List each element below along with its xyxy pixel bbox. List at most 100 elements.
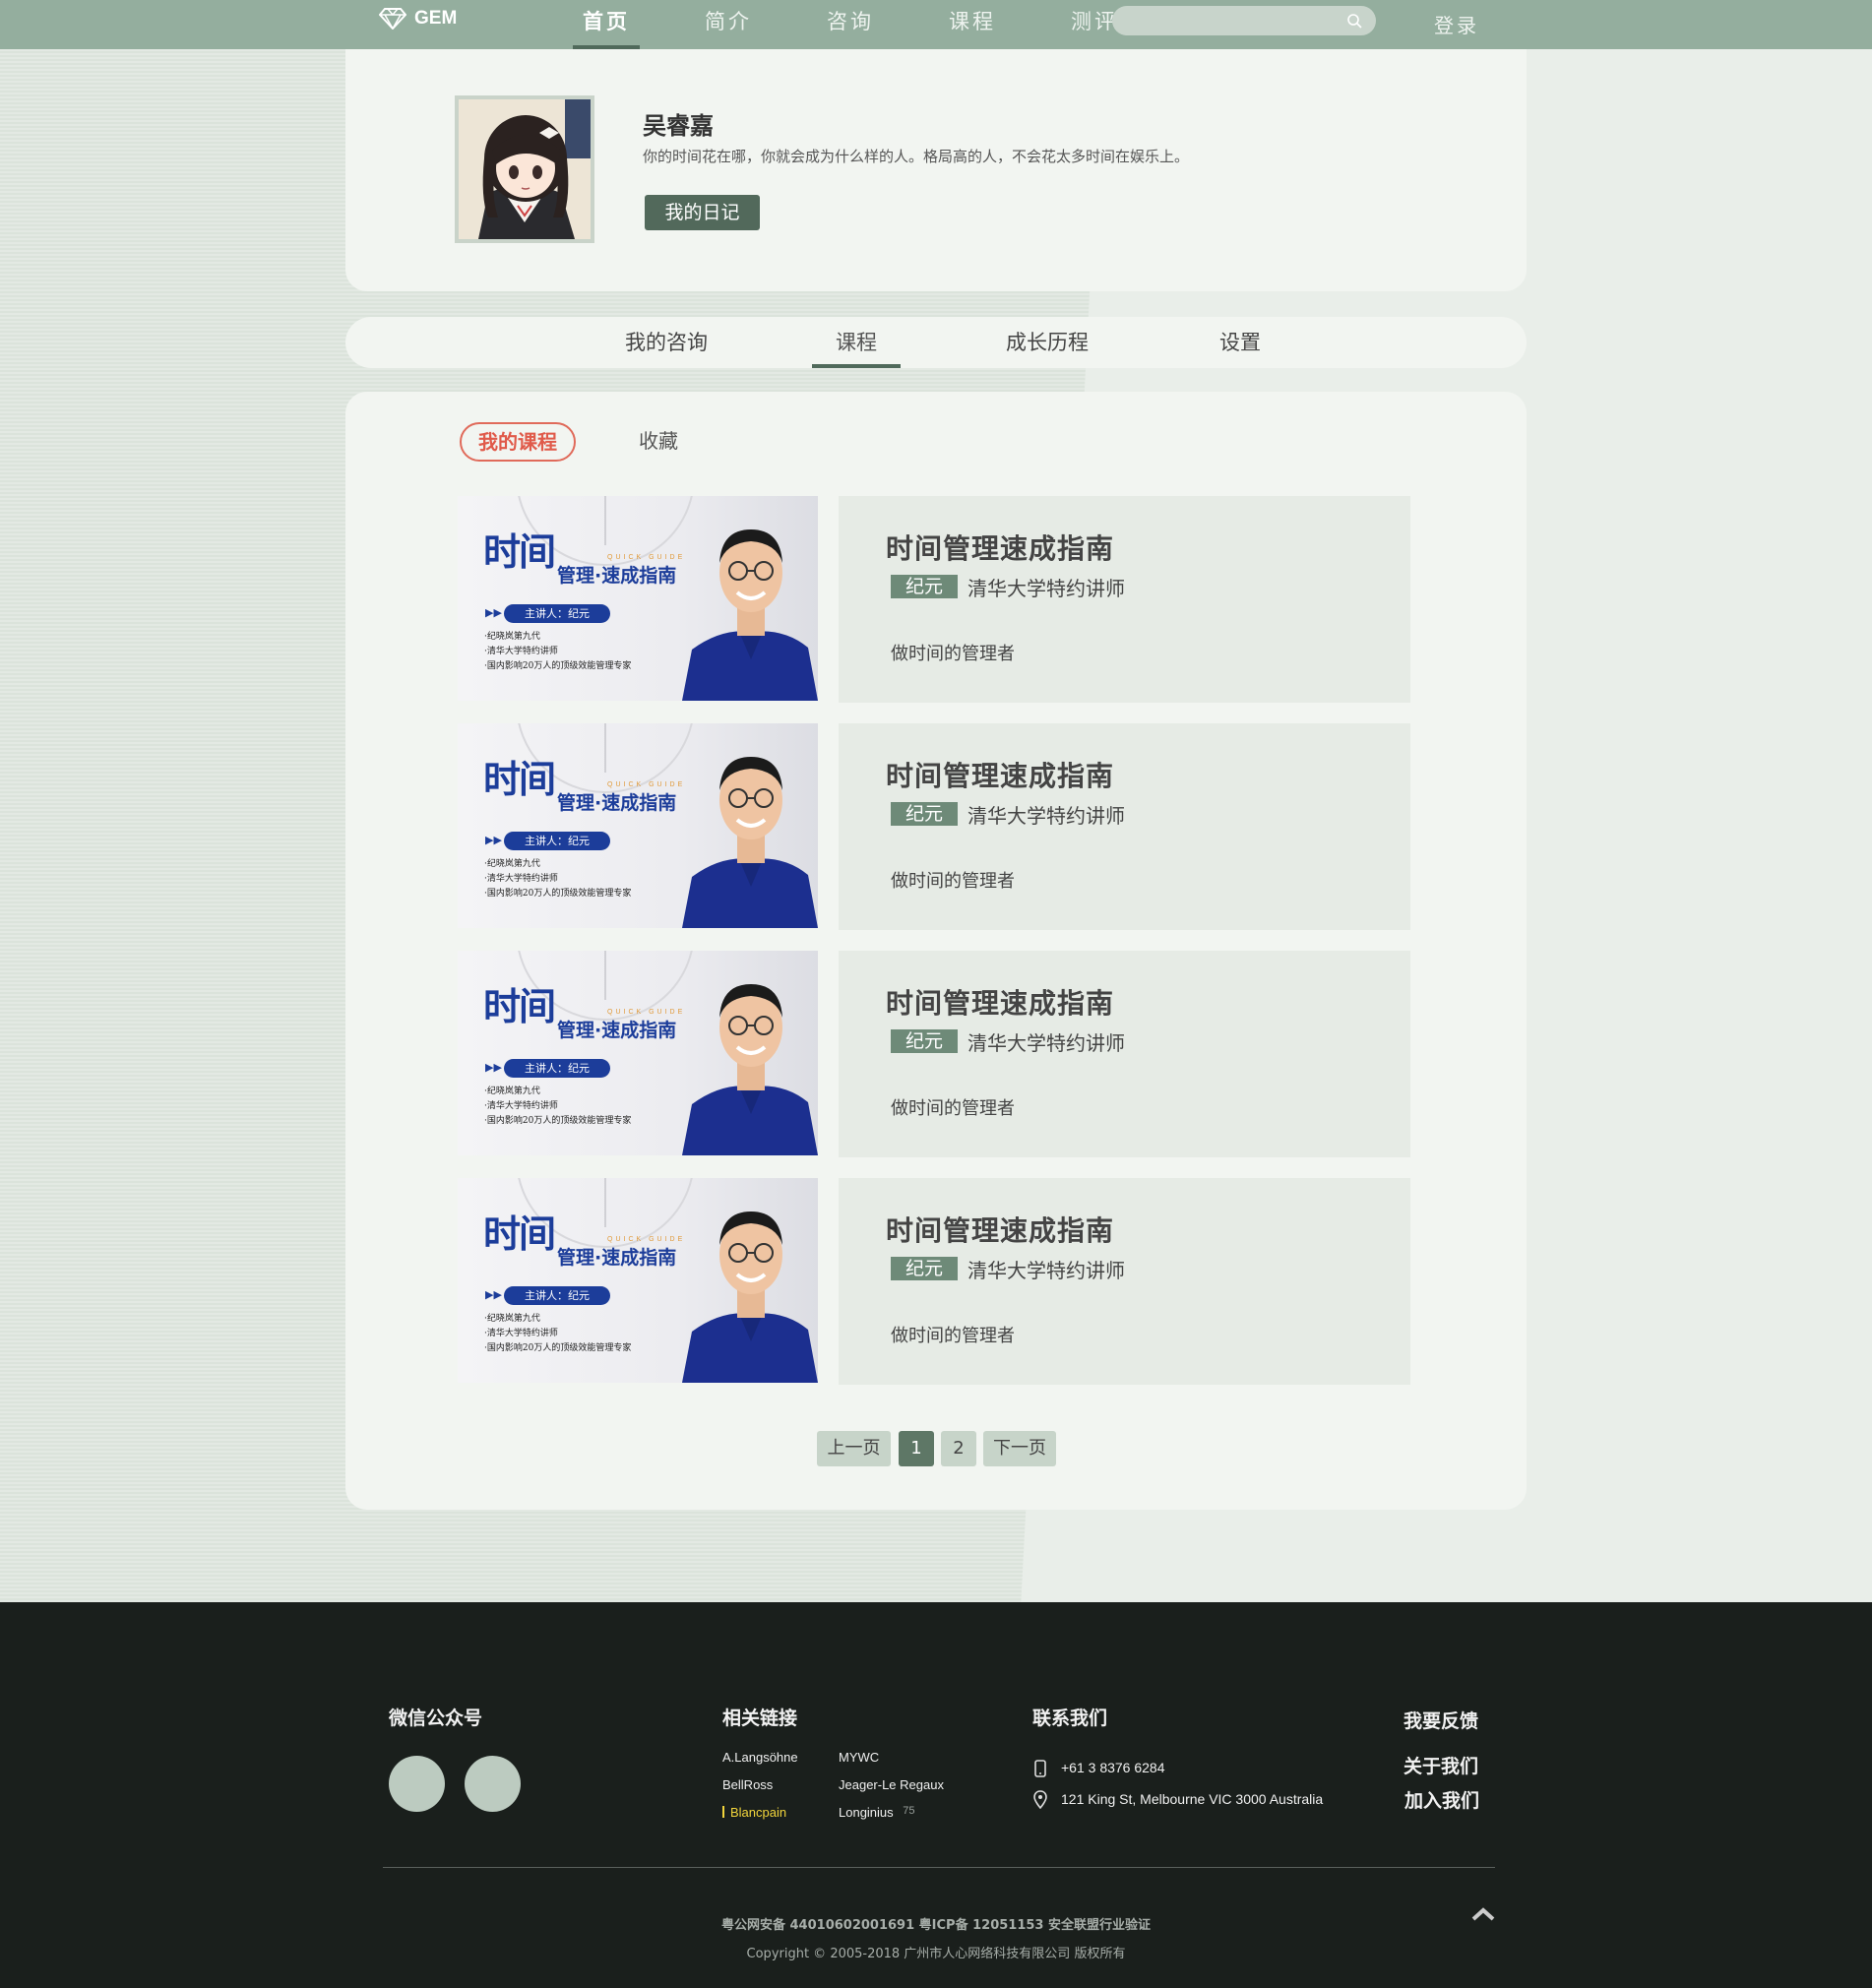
thumb-subtitle: 管理·速成指南 [557,565,677,587]
thumb-bullets: ·纪晓岚第九代 ·清华大学特约讲师 ·国内影响20万人的顶级效能管理专家 [484,857,631,901]
lecturer-tag: 纪元 [891,575,958,598]
logo[interactable]: GEM [379,8,457,30]
link-badge: 75 [903,1805,915,1817]
thumb-bullet: ·纪晓岚第九代 [484,1314,540,1324]
course-info: 时间管理速成指南 纪元 清华大学特约讲师 做时间的管理者 [839,1178,1410,1385]
thumb-bullets: ·纪晓岚第九代 ·清华大学特约讲师 ·国内影响20万人的顶级效能管理专家 [484,1085,631,1129]
contact-heading: 联系我们 [1032,1708,1108,1729]
footer-link[interactable]: MYWC [839,1750,879,1765]
login-link[interactable]: 登录 [1434,10,1479,38]
thumb-bullet: ·清华大学特约讲师 [484,647,558,656]
footer-link[interactable]: Jeager-Le Regaux [839,1777,944,1792]
lecturer-title: 清华大学特约讲师 [967,577,1125,600]
thumb-bullet: ·纪晓岚第九代 [484,632,540,642]
thumb-bullet: ·清华大学特约讲师 [484,1329,558,1338]
tab-settings[interactable]: 设置 [1196,317,1284,368]
double-arrow-icon: ▶▶ [485,1061,502,1074]
thumb-quick-guide: QUICK GUIDE [607,1236,686,1243]
tab-growth-history[interactable]: 成长历程 [1003,317,1092,368]
tab-courses[interactable]: 课程 [812,317,901,368]
icp-info: 粤公网安备 44010602001691 粤ICP备 12051153 安全联盟… [720,1918,1151,1933]
course-title[interactable]: 时间管理速成指南 [886,1210,1114,1249]
course-title[interactable]: 时间管理速成指南 [886,755,1114,794]
course-description: 做时间的管理者 [891,644,1015,664]
page-1-button[interactable]: 1 [899,1431,934,1466]
footer-link[interactable]: A.Langsöhne [722,1750,798,1765]
thumb-bullet: ·纪晓岚第九代 [484,1087,540,1096]
profile-tabs: 我的咨询 课程 成长历程 设置 [345,317,1527,368]
thumb-big-title: 时间 [483,984,556,1028]
back-to-top-icon[interactable] [1470,1906,1496,1922]
course-thumbnail[interactable]: 时间 QUICK GUIDE 管理·速成指南 ▶▶ 主讲人：纪元 ·纪晓岚第九代… [458,723,818,928]
course-item[interactable]: 时间 QUICK GUIDE 管理·速成指南 ▶▶ 主讲人：纪元 ·纪晓岚第九代… [458,496,1410,703]
avatar [455,95,594,243]
subtab-favorites[interactable]: 收藏 [639,425,678,454]
thumb-quick-guide: QUICK GUIDE [607,554,686,561]
thumb-subtitle: 管理·速成指南 [557,1020,677,1041]
user-name: 吴睿嘉 [643,112,714,140]
footer-link-active[interactable]: Blancpain [722,1805,786,1820]
lecturer-title: 清华大学特约讲师 [967,1259,1125,1282]
thumb-subtitle: 管理·速成指南 [557,792,677,814]
footer-link-label: Blancpain [730,1805,787,1820]
thumb-bullets: ·纪晓岚第九代 ·清华大学特约讲师 ·国内影响20万人的顶级效能管理专家 [484,630,631,674]
footer-link[interactable]: BellRoss [722,1777,773,1792]
page-2-button[interactable]: 2 [941,1431,976,1466]
course-description: 做时间的管理者 [891,871,1015,892]
wechat-qr-icon[interactable] [389,1756,445,1812]
footer: 微信公众号 相关链接 A.Langsöhne MYWC BellRoss Jea… [0,1602,1872,1988]
thumb-subtitle: 管理·速成指南 [557,1247,677,1269]
feedback-link[interactable]: 我要反馈 [1404,1707,1478,1733]
about-us-link[interactable]: 关于我们 [1404,1752,1478,1778]
course-thumbnail[interactable]: 时间 QUICK GUIDE 管理·速成指南 ▶▶ 主讲人：纪元 ·纪晓岚第九代… [458,496,818,701]
thumb-speaker: 主讲人：纪元 [504,832,610,850]
thumb-bullet: ·清华大学特约讲师 [484,1101,558,1111]
lecturer-tag: 纪元 [891,802,958,826]
thumb-bullet: ·国内影响20万人的顶级效能管理专家 [484,889,632,899]
thumb-speaker: 主讲人：纪元 [504,604,610,623]
course-thumbnail[interactable]: 时间 QUICK GUIDE 管理·速成指南 ▶▶ 主讲人：纪元 ·纪晓岚第九代… [458,1178,818,1383]
search-icon[interactable] [1346,13,1362,29]
lecturer-photo [682,984,818,1155]
weibo-qr-icon[interactable] [465,1756,521,1812]
nav-item-intro[interactable]: 简介 [693,0,764,49]
wechat-heading: 微信公众号 [389,1708,483,1729]
avatar-image [459,99,591,239]
course-title[interactable]: 时间管理速成指南 [886,528,1114,567]
nav-item-courses[interactable]: 课程 [937,0,1008,49]
course-item[interactable]: 时间 QUICK GUIDE 管理·速成指南 ▶▶ 主讲人：纪元 ·纪晓岚第九代… [458,1178,1410,1385]
thumb-quick-guide: QUICK GUIDE [607,1009,686,1016]
course-info: 时间管理速成指南 纪元 清华大学特约讲师 做时间的管理者 [839,951,1410,1157]
tab-my-consultation[interactable]: 我的咨询 [619,317,714,368]
course-info: 时间管理速成指南 纪元 清华大学特约讲师 做时间的管理者 [839,496,1410,703]
footer-link-label: Longinius [839,1805,894,1820]
join-us-link[interactable]: 加入我们 [1404,1786,1479,1813]
thumb-big-title: 时间 [483,1211,556,1256]
thumb-quick-guide: QUICK GUIDE [607,781,686,788]
nav-item-consult[interactable]: 咨询 [815,0,886,49]
course-description: 做时间的管理者 [891,1098,1015,1119]
thumb-bullets: ·纪晓岚第九代 ·清华大学特约讲师 ·国内影响20万人的顶级效能管理专家 [484,1312,631,1356]
diamond-icon [379,8,406,30]
address: 121 King St, Melbourne VIC 3000 Australi… [1061,1791,1324,1807]
course-item[interactable]: 时间 QUICK GUIDE 管理·速成指南 ▶▶ 主讲人：纪元 ·纪晓岚第九代… [458,723,1410,930]
lecturer-photo [682,529,818,701]
search-input[interactable] [1112,6,1376,35]
lecturer-tag: 纪元 [891,1029,958,1053]
phone-number: +61 3 8376 6284 [1061,1760,1165,1775]
nav-item-home[interactable]: 首页 [571,0,642,49]
active-marker [722,1806,724,1818]
my-diary-button[interactable]: 我的日记 [645,195,760,230]
thumb-bullet: ·国内影响20万人的顶级效能管理专家 [484,1116,632,1126]
course-title[interactable]: 时间管理速成指南 [886,982,1114,1022]
next-page-button[interactable]: 下一页 [983,1431,1056,1466]
thumb-bullet: ·国内影响20万人的顶级效能管理专家 [484,661,632,671]
footer-divider [383,1867,1495,1868]
subtab-my-courses[interactable]: 我的课程 [460,422,576,462]
prev-page-button[interactable]: 上一页 [817,1431,891,1466]
footer-link[interactable]: Longinius 75 [839,1805,915,1820]
lecturer-photo [682,1211,818,1383]
course-item[interactable]: 时间 QUICK GUIDE 管理·速成指南 ▶▶ 主讲人：纪元 ·纪晓岚第九代… [458,951,1410,1157]
course-thumbnail[interactable]: 时间 QUICK GUIDE 管理·速成指南 ▶▶ 主讲人：纪元 ·纪晓岚第九代… [458,951,818,1155]
thumb-speaker: 主讲人：纪元 [504,1286,610,1305]
